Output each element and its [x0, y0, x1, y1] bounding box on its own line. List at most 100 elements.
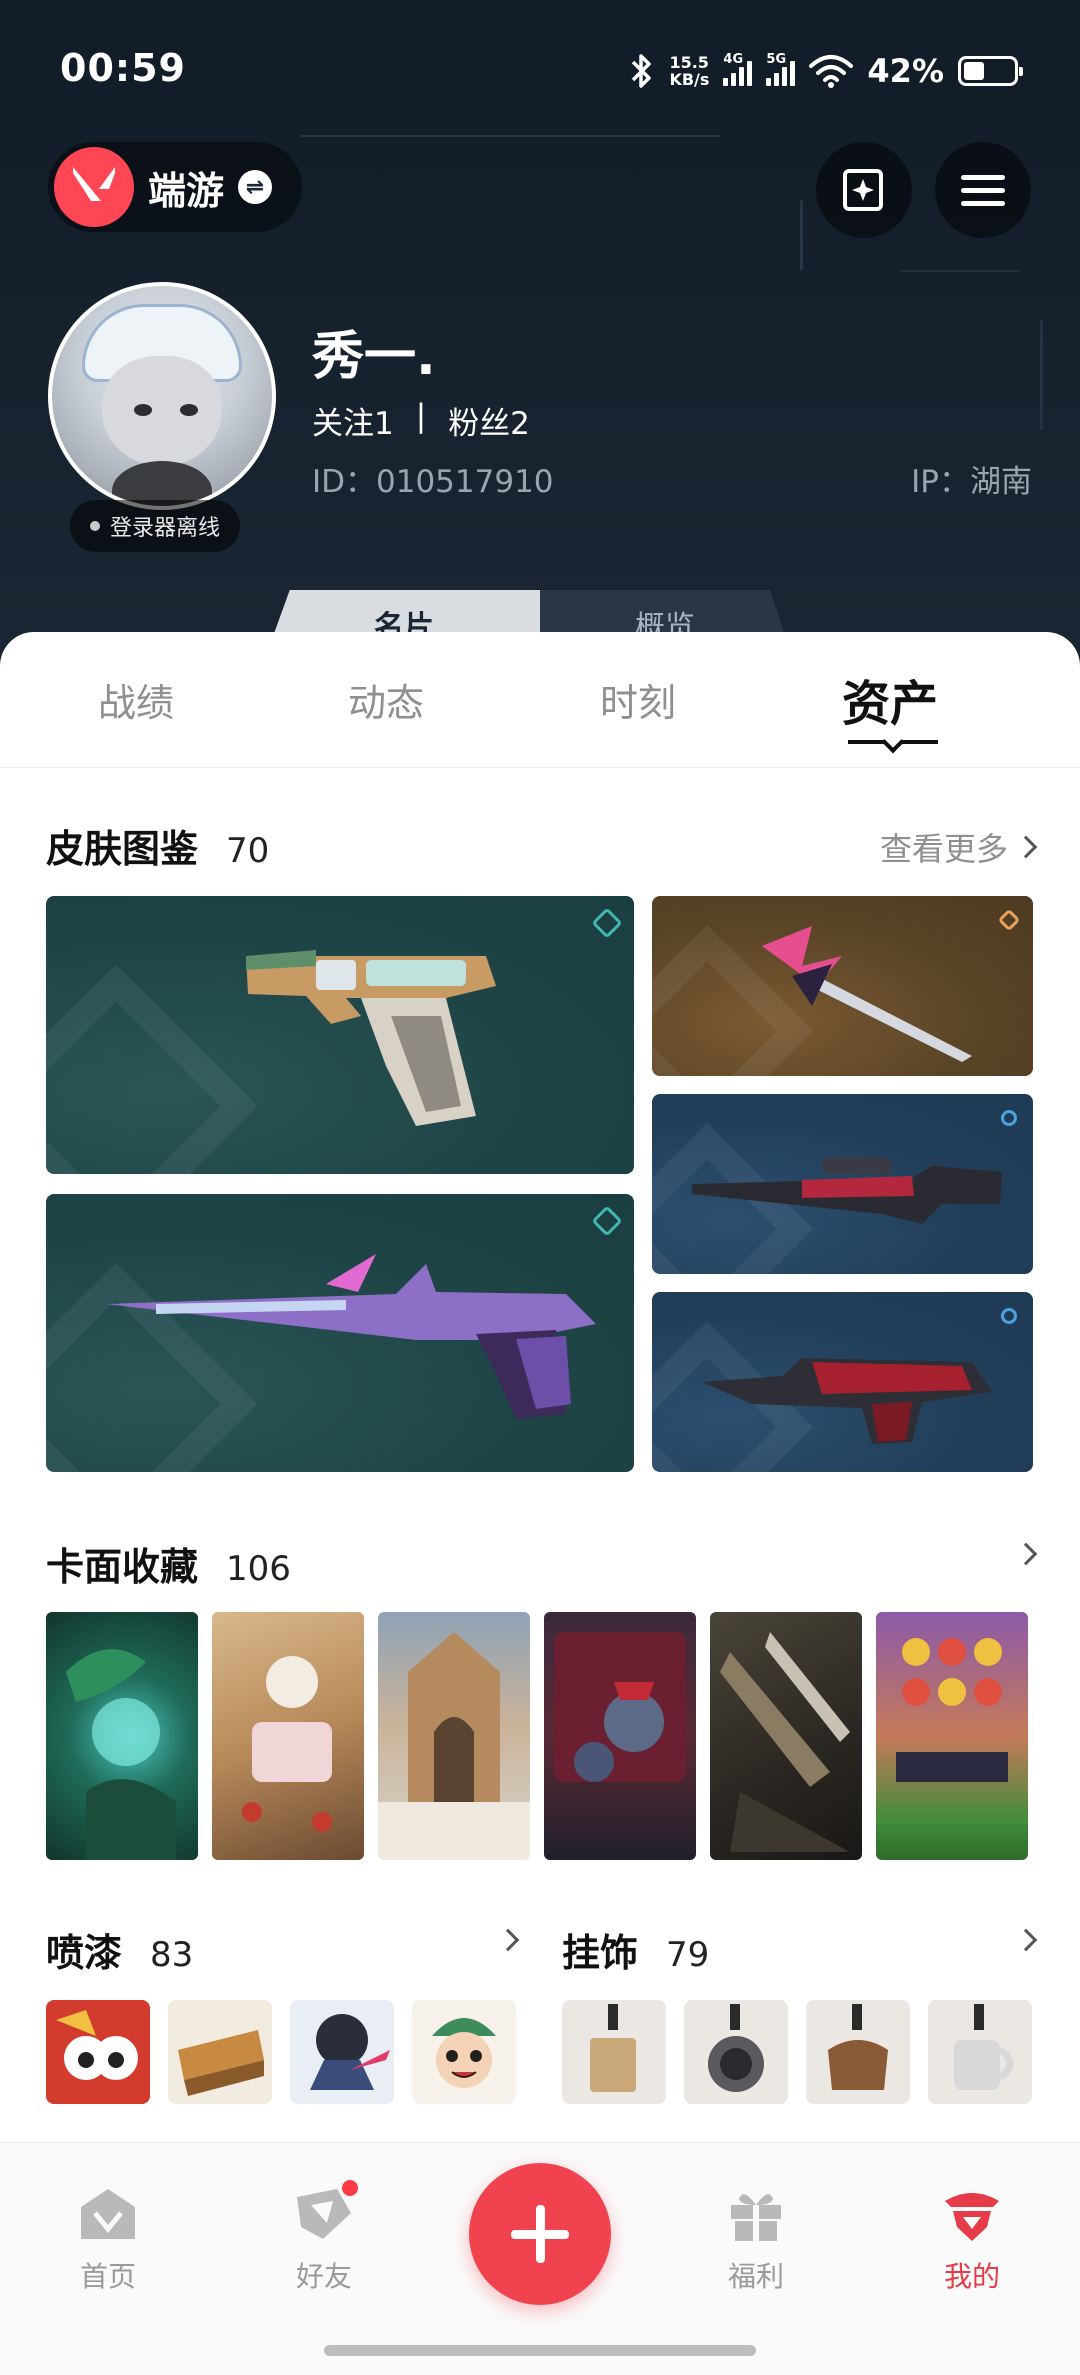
login-status-text: 登录器离线	[110, 516, 221, 541]
pistol-skin-icon	[246, 950, 496, 1126]
skin-tile-sheriff[interactable]	[46, 1194, 634, 1472]
sprays-more-link[interactable]	[496, 1928, 520, 1952]
spray-art-icon	[178, 2030, 264, 2096]
charm-item[interactable]	[928, 2000, 1032, 2104]
skins-count: 70	[226, 831, 270, 871]
stats-separator: |	[415, 398, 427, 434]
battery-percent: 42%	[867, 52, 944, 90]
status-bar: 00:59 15.5 KB/s 4G 5G 42%	[0, 0, 1080, 140]
skin-tile-sniper[interactable]	[652, 1094, 1033, 1274]
cards-title: 卡面收藏	[46, 1545, 199, 1589]
signal-4g-label: 4G	[723, 52, 744, 67]
skins-more-link[interactable]: 查看更多	[879, 824, 1038, 870]
card-art-icon	[242, 1656, 332, 1832]
friends-icon	[293, 2177, 361, 2245]
charm-item[interactable]	[562, 2000, 666, 2104]
status-indicators: 15.5 KB/s 4G 5G 42%	[629, 46, 1023, 96]
avatar[interactable]	[48, 282, 276, 510]
nav-mine[interactable]: 我的	[902, 2183, 1042, 2295]
home-icon	[81, 2189, 135, 2239]
card-art-icon	[378, 1632, 530, 1860]
network-speed-value: 15.5	[669, 53, 709, 72]
skin-tile-pistol[interactable]	[46, 896, 634, 1174]
bluetooth-icon	[632, 54, 652, 88]
login-status-badge: 登录器离线	[70, 500, 241, 552]
card-edit-button[interactable]	[816, 142, 912, 238]
spray-item[interactable]	[46, 2000, 150, 2104]
cards-header: 卡面收藏 106	[46, 1536, 291, 1591]
tab-record[interactable]: 战绩	[98, 672, 174, 727]
avatar-cat	[102, 356, 222, 466]
chevron-right-icon	[1014, 1928, 1038, 1952]
charms-count: 79	[666, 1935, 710, 1975]
create-post-button[interactable]	[469, 2163, 611, 2305]
game-name: 端游	[148, 168, 225, 213]
skin-tile-melee[interactable]	[652, 896, 1033, 1076]
valorant-logo-icon	[54, 147, 134, 227]
skins-more-label: 查看更多	[879, 830, 1008, 868]
card-item[interactable]	[876, 1612, 1028, 1860]
swap-icon: ⇌	[238, 170, 273, 204]
menu-button[interactable]	[935, 142, 1031, 238]
signal-5g-label: 5G	[766, 52, 787, 67]
fans-count[interactable]: 粉丝2	[448, 398, 530, 443]
tab-assets[interactable]: 资产	[842, 664, 938, 734]
following-count[interactable]: 关注1	[312, 398, 394, 443]
offline-dot-icon	[90, 521, 100, 531]
card-item[interactable]	[710, 1612, 862, 1860]
charm-item[interactable]	[684, 2000, 788, 2104]
cards-more-link[interactable]	[1014, 1542, 1038, 1566]
cards-count: 106	[226, 1549, 291, 1589]
status-time: 00:59	[60, 46, 186, 90]
nav-welfare[interactable]: 福利	[686, 2183, 826, 2295]
home-indicator[interactable]	[324, 2345, 756, 2356]
card-item[interactable]	[46, 1612, 198, 1860]
nav-friends[interactable]: 好友	[254, 2177, 394, 2295]
spray-item[interactable]	[412, 2000, 516, 2104]
nav-home-label: 首页	[79, 2260, 136, 2293]
charms-title: 挂饰	[562, 1931, 639, 1975]
charm-art-icon	[954, 2004, 1014, 2090]
wifi-icon	[809, 55, 854, 88]
card-item[interactable]	[212, 1612, 364, 1860]
signal-5g-icon: 5G	[766, 52, 796, 86]
skin-tile-smg[interactable]	[652, 1292, 1033, 1472]
network-speed: 15.5 KB/s	[669, 54, 709, 88]
spray-art-icon	[310, 2014, 390, 2090]
nav-mine-label: 我的	[943, 2260, 1000, 2293]
spray-item[interactable]	[290, 2000, 394, 2104]
hamburger-icon	[961, 167, 1005, 214]
card-art-icon	[554, 1632, 686, 1782]
charm-art-icon	[590, 2004, 636, 2092]
card-item[interactable]	[378, 1612, 530, 1860]
user-id: ID：010517910	[312, 464, 554, 500]
main-tabs: 战绩 动态 时刻 资产	[0, 632, 1080, 768]
header-decoration	[1040, 320, 1043, 430]
skins-title: 皮肤图鉴	[46, 827, 199, 871]
card-sparkle-icon	[843, 169, 883, 211]
sheriff-skin-icon	[106, 1254, 596, 1419]
signal-4g-icon: 4G	[723, 52, 753, 86]
nav-friends-label: 好友	[295, 2260, 352, 2293]
nav-home[interactable]: 首页	[38, 2183, 178, 2295]
avatar-eye	[180, 404, 198, 416]
tab-moments[interactable]: 动态	[348, 672, 424, 727]
active-tab-indicator	[848, 730, 938, 754]
tier-icon	[997, 908, 1021, 932]
chevron-right-icon	[1014, 1542, 1038, 1566]
spray-item[interactable]	[168, 2000, 272, 2104]
charm-art-icon	[828, 2004, 888, 2090]
chevron-right-icon	[1014, 835, 1038, 859]
charms-more-link[interactable]	[1014, 1928, 1038, 1952]
card-item[interactable]	[544, 1612, 696, 1860]
bottom-nav: 首页 好友 福利 我的	[0, 2142, 1080, 2375]
notification-dot	[339, 2177, 361, 2199]
game-switch-button[interactable]: 端游 ⇌	[48, 142, 303, 232]
card-art-icon	[896, 1638, 1008, 1782]
card-art-icon	[720, 1632, 850, 1852]
nav-welfare-label: 福利	[727, 2260, 784, 2293]
tab-clips[interactable]: 时刻	[600, 672, 676, 727]
sprays-title: 喷漆	[46, 1931, 123, 1975]
charm-item[interactable]	[806, 2000, 910, 2104]
follow-stats: 关注1 | 粉丝2	[312, 398, 530, 443]
